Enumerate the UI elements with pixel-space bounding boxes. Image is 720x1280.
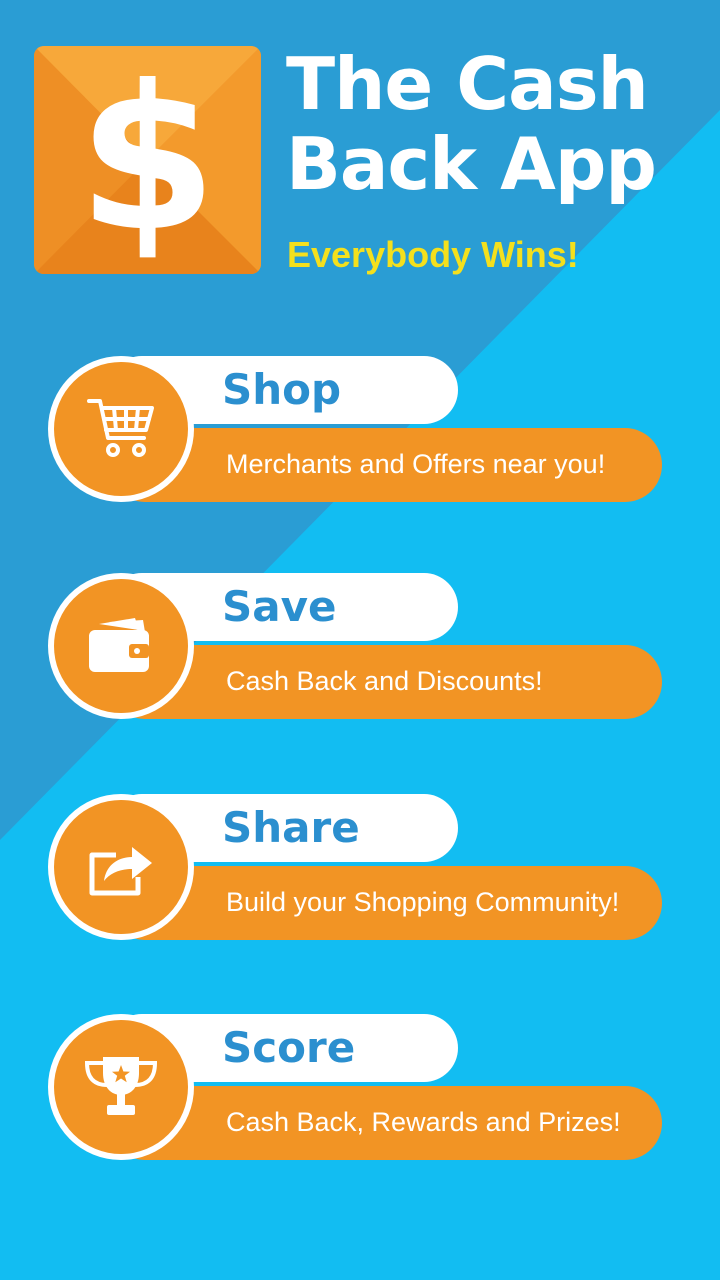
feature-score[interactable]: Score Cash Back, Rewards and Prizes! bbox=[48, 1014, 662, 1164]
feature-save[interactable]: Save Cash Back and Discounts! bbox=[48, 573, 662, 723]
app-logo: $ bbox=[34, 46, 261, 274]
feature-icon-circle bbox=[48, 573, 194, 719]
feature-description: Cash Back and Discounts! bbox=[226, 666, 543, 696]
shopping-cart-icon bbox=[87, 399, 154, 457]
app-title: The Cash Back App bbox=[286, 44, 706, 204]
feature-share[interactable]: Share Build your Shopping Community! bbox=[48, 794, 662, 944]
app-title-line1: The Cash bbox=[286, 42, 649, 126]
feature-description: Cash Back, Rewards and Prizes! bbox=[226, 1107, 621, 1137]
feature-description: Build your Shopping Community! bbox=[226, 887, 620, 917]
feature-heading: Save bbox=[222, 582, 337, 631]
wallet-icon bbox=[89, 618, 149, 672]
feature-heading: Shop bbox=[222, 365, 342, 414]
share-icon bbox=[89, 847, 152, 896]
feature-heading: Score bbox=[222, 1023, 356, 1072]
feature-shop[interactable]: Shop Merchants and Offers near you! bbox=[48, 356, 662, 506]
dollar-icon: $ bbox=[77, 46, 218, 274]
feature-icon-circle bbox=[48, 356, 194, 502]
feature-icon-circle bbox=[48, 794, 194, 940]
app-title-line2: Back App bbox=[286, 122, 657, 206]
feature-heading: Share bbox=[222, 803, 360, 852]
trophy-icon bbox=[84, 1057, 158, 1115]
feature-icon-circle bbox=[48, 1014, 194, 1160]
feature-description: Merchants and Offers near you! bbox=[226, 449, 606, 479]
app-tagline: Everybody Wins! bbox=[287, 234, 579, 275]
